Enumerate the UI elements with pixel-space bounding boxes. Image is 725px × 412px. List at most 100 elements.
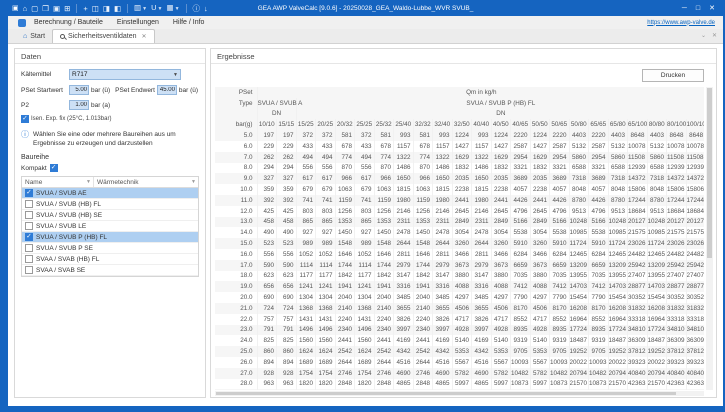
qm-cell: 7790 — [549, 292, 570, 303]
chevron-down-icon[interactable]: ⌄ — [701, 32, 706, 39]
add-icon[interactable]: + — [83, 4, 87, 13]
p2-input[interactable] — [69, 100, 89, 110]
qm-cell: 10078 — [686, 140, 704, 152]
chart-bar-icon[interactable]: ▥▼ — [134, 3, 147, 14]
user-settings-icon[interactable]: ◧ — [114, 4, 121, 13]
menu-einstellungen[interactable]: Einstellungen — [117, 19, 159, 26]
isen-exp-checkbox[interactable]: ✓ — [21, 115, 29, 123]
baureihe-row[interactable]: SVUA / SVUB (HB) SE — [22, 210, 198, 221]
menu-bar: Berechnung / Bauteile Einstellungen Hilf… — [8, 16, 723, 29]
qm-cell: 22349 — [569, 389, 589, 390]
pressure-cell: 15.0 — [215, 238, 258, 249]
drucken-button[interactable]: Drucken — [642, 69, 704, 82]
minimize-button[interactable]: ─ — [682, 5, 687, 12]
baureihe-checkbox[interactable] — [25, 266, 33, 274]
menu-berechnung-bauteile[interactable]: Berechnung / Bauteile — [34, 19, 103, 26]
menu-hilfe-info[interactable]: Hilfe / Info — [173, 19, 205, 26]
qm-cell: 10248 — [647, 216, 667, 228]
qm-cell: 1224 — [491, 130, 511, 141]
window-layout-icon[interactable]: ◫ — [92, 4, 99, 13]
qm-cell: 2478 — [471, 227, 492, 239]
filter-icon[interactable]: ▼ — [86, 179, 91, 185]
pset-start-input[interactable] — [69, 85, 89, 95]
qm-cell: 523 — [257, 238, 277, 249]
baureihe-row[interactable]: SVAA / SVAB (HB) FL — [22, 254, 198, 265]
contacts-icon[interactable]: ◨ — [103, 4, 110, 13]
qm-cell: 262 — [257, 151, 277, 163]
qm-cell: 2811 — [471, 248, 492, 260]
title-bar: ▣ ⌂ ▢ ❒ ▣ ⊞ + ◫ ◨ ◧ ▥▼ U▼ ▦▼ ⓘ ↓ GEA AWP ValveCalc [9… — [8, 0, 723, 16]
tab-close-icon[interactable]: ✕ — [142, 33, 147, 40]
baureihe-checkbox[interactable] — [25, 255, 33, 263]
baureihe-checkbox[interactable] — [25, 200, 33, 208]
qm-cell: 20794 — [569, 367, 589, 379]
kaeltemittel-select[interactable]: R717 ▼ — [69, 69, 181, 80]
baureihe-row[interactable]: SVUA / SVUB P SE — [22, 243, 198, 254]
qm-cell: 458 — [276, 216, 297, 228]
dn-column-header: 25/40 — [393, 119, 414, 131]
close-icon[interactable]: ✕ — [712, 32, 717, 39]
vertical-scrollbar[interactable] — [706, 87, 713, 390]
qm-cell: 4717 — [530, 313, 550, 325]
open-folder-icon[interactable]: ❒ — [42, 4, 49, 13]
dn-column-header: 32/50 — [452, 119, 472, 131]
qm-cell: 8648 — [666, 130, 687, 141]
baureihe-row[interactable]: ✓ SVUA / SVUB P (HB) FL — [22, 232, 198, 243]
qm-cell: 1980 — [471, 194, 492, 206]
dn-column-header: 40/65 — [510, 119, 531, 131]
chart-line-icon[interactable]: ▦▼ — [166, 3, 179, 14]
home-icon[interactable]: ⌂ — [23, 4, 28, 13]
pressure-cell: 5.0 — [215, 130, 258, 141]
qm-cell: 8648 — [686, 130, 704, 141]
qm-cell: 2441 — [335, 335, 355, 347]
qm-cell: 690 — [276, 292, 297, 303]
qm-cell: 966 — [374, 173, 394, 185]
qm-cell: 1689 — [296, 356, 316, 368]
info-icon[interactable]: ⓘ — [193, 4, 201, 13]
baureihe-checkbox[interactable] — [25, 222, 33, 230]
qm-cell: 229 — [257, 140, 277, 152]
qm-cell: 2441 — [530, 194, 550, 206]
qm-cell: 34810 — [627, 324, 648, 336]
baureihe-checkbox[interactable]: ✓ — [25, 233, 33, 241]
qm-cell: 9319 — [588, 335, 609, 347]
underline-icon[interactable]: U▼ — [151, 3, 162, 14]
qm-cell: 10873 — [510, 378, 531, 390]
maximize-button[interactable]: □ — [696, 5, 700, 12]
waermetechnik-column-header[interactable]: Wärmetechnik ▼ — [94, 177, 198, 187]
dn-column-header: 100/100 — [686, 119, 704, 131]
close-button[interactable]: ✕ — [709, 4, 715, 12]
kaeltemittel-value: R717 — [72, 71, 88, 78]
new-document-icon[interactable]: ▢ — [31, 4, 38, 13]
qm-cell: 197 — [276, 130, 297, 141]
scrollbar-thumb[interactable] — [216, 392, 676, 395]
qm-cell: 10985 — [569, 227, 589, 239]
qm-cell: 1842 — [335, 270, 355, 282]
qm-cell: 10873 — [588, 378, 609, 390]
qm-cell: 8048 — [647, 184, 667, 195]
pset-end-input[interactable] — [156, 85, 177, 95]
scrollbar-thumb[interactable] — [707, 88, 712, 258]
qm-cell: 3316 — [393, 281, 414, 293]
print-icon[interactable]: ⊞ — [64, 4, 70, 13]
baureihe-row[interactable]: SVUA / SVUB LE — [22, 221, 198, 232]
website-link[interactable]: https://www.awp-valve.de — [647, 20, 715, 26]
tab-start[interactable]: ⌂ Start — [16, 29, 52, 43]
baureihe-row[interactable]: SVUA / SVUB (HB) FL — [22, 199, 198, 210]
save-icon[interactable]: ▣ — [53, 4, 60, 13]
baureihe-row[interactable]: SVAA / SVAB SE — [22, 265, 198, 276]
baureihe-checkbox[interactable]: ✓ — [25, 189, 33, 197]
baureihe-checkbox[interactable] — [25, 244, 33, 252]
kompakt-checkbox[interactable]: ✓ — [49, 164, 58, 172]
baureihe-checkbox[interactable] — [25, 211, 33, 219]
qm-cell: 16964 — [647, 313, 667, 325]
qm-cell: 1368 — [296, 302, 316, 314]
name-column-header[interactable]: Name ▼ — [22, 177, 94, 187]
download-icon[interactable]: ↓ — [204, 4, 208, 13]
horizontal-scrollbar[interactable] — [215, 391, 704, 396]
baureihe-row[interactable]: ✓ SVUA / SVUB AE — [22, 188, 198, 199]
tab-sicherheitsventildaten[interactable]: Sicherheitsventildaten ✕ — [52, 29, 155, 43]
qm-cell: 2951 — [413, 389, 433, 390]
results-table: PSet Qm in kg/h Type SVUA / SVUB A SVUA / SV… — [215, 87, 704, 390]
filter-icon[interactable]: ▼ — [191, 179, 196, 185]
